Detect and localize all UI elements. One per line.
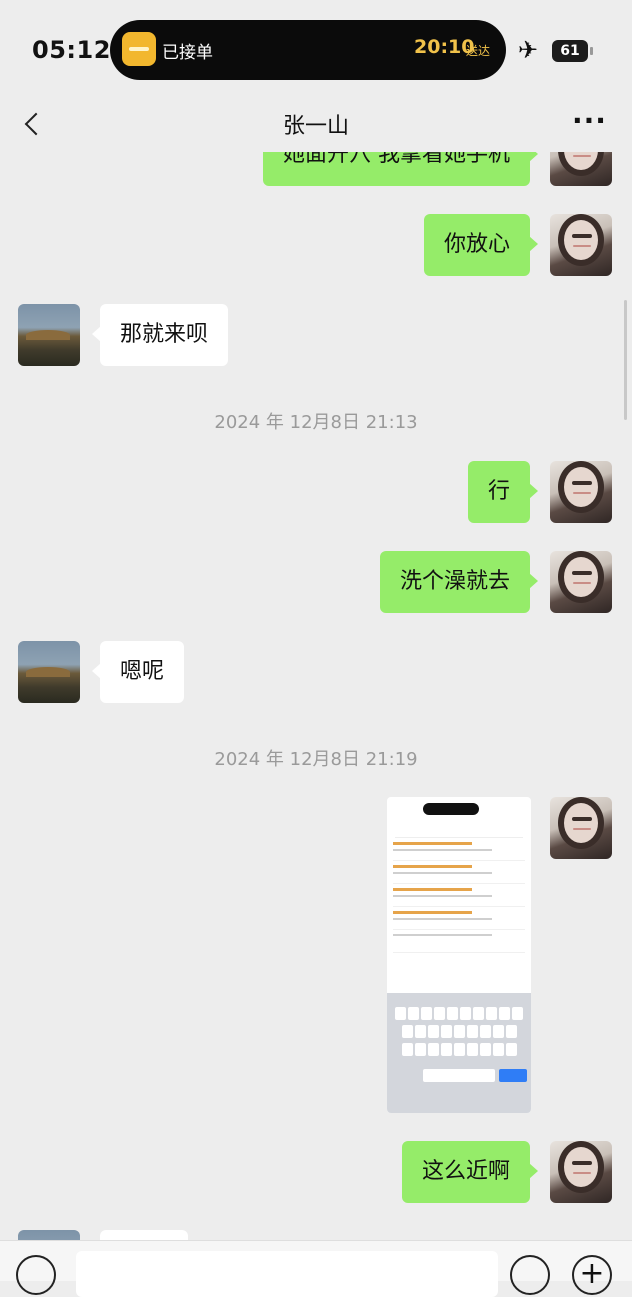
nav-bar: 张一山 ··· [0,96,632,152]
timestamp: 2024 年 12月8日 21:19 [214,749,418,770]
message-bubble[interactable]: 你放心 [423,214,539,276]
chat-area[interactable]: 她面开穴 我拿看她手机 你放心 那就来呗 2024 年 12月8日 21:13 … [0,0,632,1240]
avatar[interactable] [550,1141,612,1203]
page-title: 张一山 [282,114,349,139]
thumbnail-row [393,934,525,953]
thumbnail-row [393,865,525,884]
thumbnail-row [393,911,525,930]
island-label: 已接单 [162,43,213,63]
message-bubble[interactable]: 洗个澡就去 [379,551,539,613]
avatar[interactable] [550,551,612,613]
airplane-icon: ✈ [518,36,539,64]
voice-icon[interactable] [16,1255,56,1295]
thumbnail-keyboard [387,993,531,1113]
island-sub: 送达 [466,44,491,58]
dynamic-island[interactable]: 已接单 20:10 送达 [110,20,506,80]
battery-icon: 61 [552,40,593,62]
thumbnail-row [393,888,525,907]
avatar[interactable] [18,641,80,703]
avatar[interactable] [550,461,612,523]
more-icon[interactable]: ··· [572,104,607,137]
input-bar: + [0,1240,632,1297]
image-message[interactable] [387,797,531,1113]
message-bubble[interactable]: 行 [467,461,539,523]
thumbnail-space-key [423,1069,495,1082]
clock: 05:12 [32,36,111,64]
message-bubble[interactable]: 嗯呢 [91,641,185,703]
avatar[interactable] [550,797,612,859]
message-bubble[interactable]: 这么近啊 [401,1141,539,1203]
message-bubble[interactable] [100,1230,188,1240]
emoji-icon[interactable] [510,1255,550,1295]
scrollbar[interactable] [624,300,627,420]
delivery-app-icon [122,32,156,66]
avatar[interactable] [550,214,612,276]
status-bar: 05:12 已接单 20:10 送达 ✈ 61 [0,0,632,100]
message-bubble[interactable]: 那就来呗 [91,304,229,366]
message-input[interactable] [76,1251,498,1297]
avatar[interactable] [18,304,80,366]
thumbnail-island [423,803,479,815]
thumbnail-search-key [499,1069,527,1082]
plus-icon[interactable]: + [572,1255,612,1295]
thumbnail-status-bar [387,797,531,819]
avatar[interactable] [18,1230,80,1240]
thumbnail-row [393,842,525,861]
thumbnail-search [395,823,523,838]
timestamp: 2024 年 12月8日 21:13 [214,412,418,433]
